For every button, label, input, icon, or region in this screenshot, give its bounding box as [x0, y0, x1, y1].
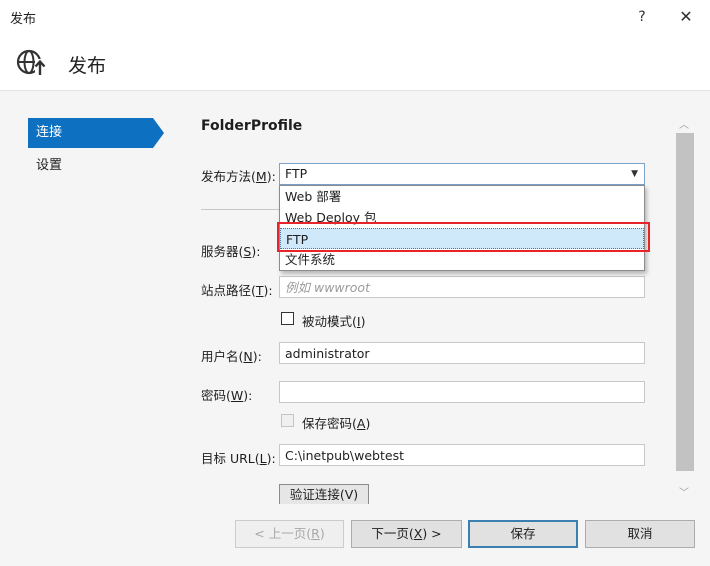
nav-item-settings[interactable]: 设置: [28, 151, 148, 181]
window-title: 发布: [10, 12, 37, 27]
cancel-button[interactable]: 取消: [585, 520, 695, 548]
password-input[interactable]: [279, 381, 645, 403]
target-url-label: 目标 URL(L):: [201, 451, 276, 466]
globe-publish-icon: [16, 49, 46, 77]
chevron-up-icon[interactable]: ︿: [679, 116, 689, 131]
chevron-down-icon: ▼: [631, 169, 638, 179]
publish-method-select[interactable]: FTP ▼: [279, 163, 645, 185]
dropdown-option-file-system[interactable]: 文件系统: [280, 249, 644, 270]
save-password-label: 保存密码(A): [302, 416, 371, 431]
nav-item-connection[interactable]: 连接: [28, 118, 164, 148]
nav-item-label: 设置: [36, 158, 63, 173]
scrollbar-thumb[interactable]: [676, 133, 694, 471]
highlight-annotation-frame: [277, 222, 650, 252]
passive-mode-checkbox[interactable]: [281, 312, 294, 325]
profile-name: FolderProfile: [201, 118, 303, 134]
username-input[interactable]: [279, 342, 645, 364]
verify-connection-button[interactable]: 验证连接(V): [279, 484, 369, 504]
previous-button[interactable]: < 上一页(R): [235, 520, 344, 548]
site-path-label: 站点路径(T):: [201, 283, 273, 298]
dialog-body: 连接 设置 FolderProfile 发布方法(M): FTP ▼ Web 部…: [0, 91, 710, 566]
next-button[interactable]: 下一页(X) >: [351, 520, 462, 548]
save-button[interactable]: 保存: [468, 520, 578, 548]
target-url-input[interactable]: [279, 444, 645, 466]
publish-method-value: FTP: [285, 166, 308, 181]
dropdown-option-web-deploy[interactable]: Web 部署: [280, 186, 644, 207]
help-button[interactable]: ?: [630, 5, 654, 29]
publish-method-label: 发布方法(M):: [201, 169, 276, 184]
title-bar: 发布 ? ✕: [0, 0, 710, 34]
nav-item-label: 连接: [36, 125, 63, 140]
passive-mode-label: 被动模式(I): [302, 314, 366, 329]
scrollbar[interactable]: ︿ ﹀: [676, 113, 694, 503]
username-label: 用户名(N):: [201, 349, 262, 364]
dialog-header: 发布: [0, 34, 710, 91]
save-password-checkbox[interactable]: [281, 414, 294, 427]
site-path-input[interactable]: [279, 276, 645, 298]
server-label: 服务器(S):: [201, 244, 261, 259]
password-label: 密码(W):: [201, 388, 253, 403]
chevron-down-icon[interactable]: ﹀: [679, 484, 689, 499]
close-button[interactable]: ✕: [674, 5, 698, 29]
page-title: 发布: [68, 55, 107, 77]
